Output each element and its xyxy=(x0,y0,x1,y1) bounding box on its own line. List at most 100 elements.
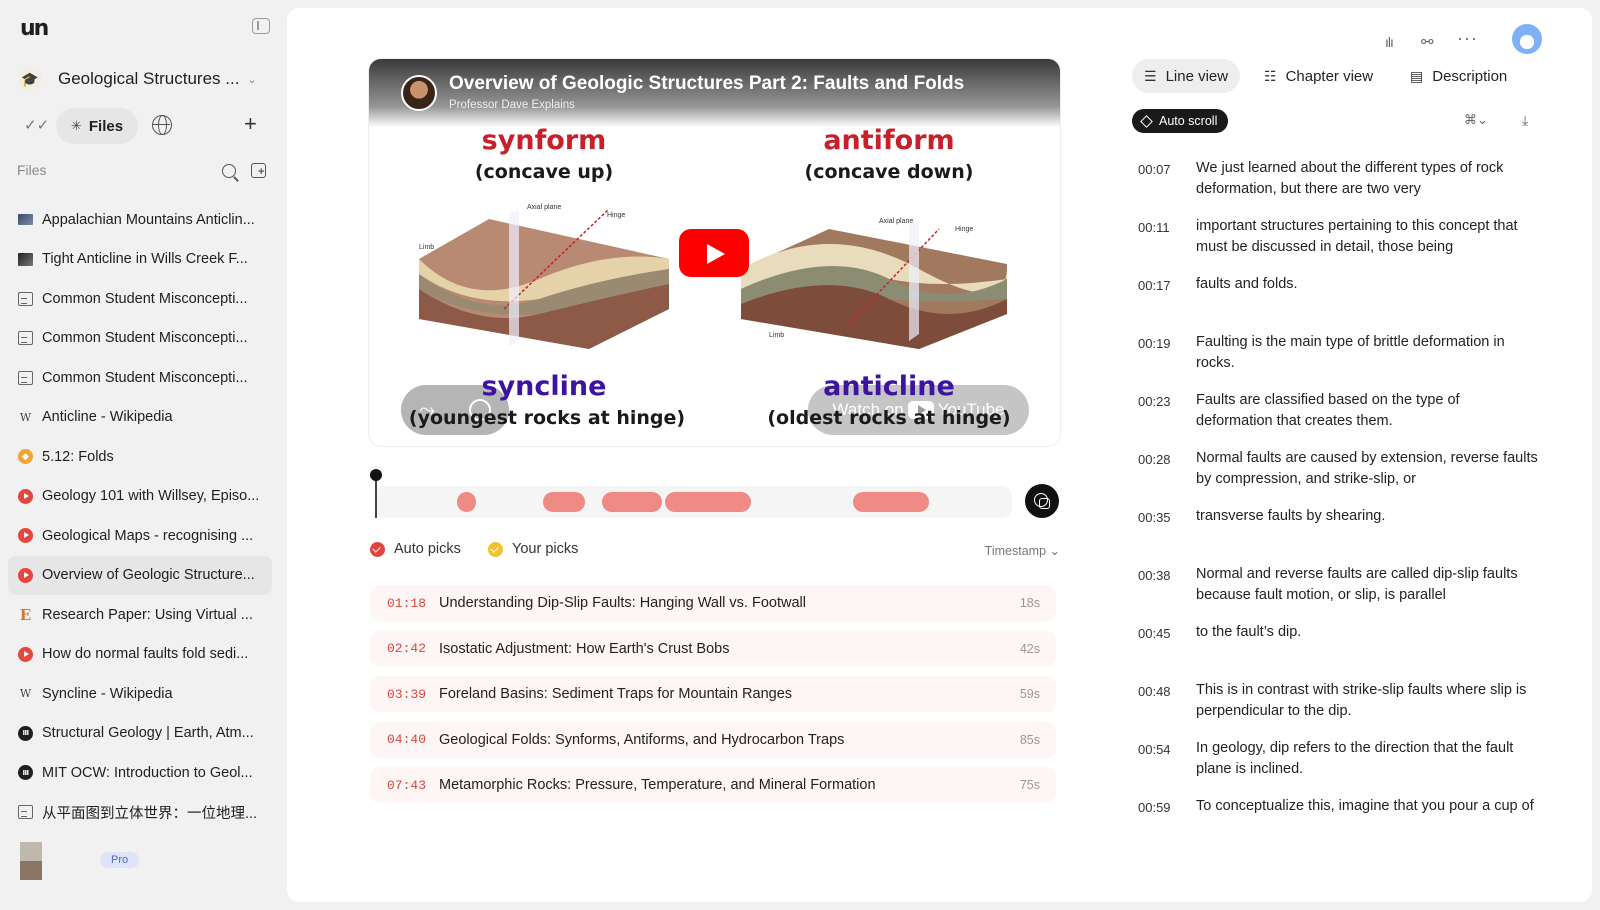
transcript-time[interactable]: 00:48 xyxy=(1138,676,1196,699)
sidebar-file-item[interactable]: Ⅲ Structural Geology | Earth, Atm... xyxy=(8,714,272,754)
transcript-line[interactable]: 00:17 faults and folds. xyxy=(1138,270,1538,328)
search-icon[interactable] xyxy=(222,164,236,178)
sort-dropdown[interactable]: Timestamp ⌄ xyxy=(985,543,1060,558)
transcript-time[interactable]: 00:19 xyxy=(1138,328,1196,351)
sidebar-file-item[interactable]: Common Student Misconcepti... xyxy=(8,319,272,359)
sidebar-file-item[interactable]: Appalachian Mountains Anticlin... xyxy=(8,200,272,240)
timeline-highlight-segment[interactable] xyxy=(852,492,930,512)
chapter-item[interactable]: 02:42 Isostatic Adjustment: How Earth's C… xyxy=(370,630,1056,667)
transcript-line[interactable]: 00:54 In geology, dip refers to the direc… xyxy=(1138,734,1538,792)
transcript-line[interactable]: 00:07 We just learned about the different… xyxy=(1138,154,1538,212)
sidebar-file-item[interactable]: Geological Maps - recognising ... xyxy=(8,516,272,556)
image-icon xyxy=(18,252,33,266)
transcript-line[interactable]: 00:11 important structures pertaining to … xyxy=(1138,212,1538,270)
sidebar-file-item[interactable]: E Research Paper: Using Virtual ... xyxy=(8,595,272,635)
double-check-icon[interactable]: ✓✓ xyxy=(24,116,49,134)
sidebar-file-item[interactable]: Geology 101 with Willsey, Episo... xyxy=(8,477,272,517)
timeline-highlight-segment[interactable] xyxy=(601,492,662,512)
download-icon[interactable]: ⤓ xyxy=(1522,112,1528,129)
video-player[interactable]: Axial plane Hinge Limb Axial plane Hinge… xyxy=(369,59,1060,446)
share-icon[interactable]: ⚯ xyxy=(1421,33,1434,51)
avatar[interactable] xyxy=(1512,24,1542,54)
sidebar-file-item[interactable]: Tight Anticline in Wills Creek F... xyxy=(8,240,272,280)
transcript-time[interactable]: 00:11 xyxy=(1138,212,1196,235)
file-item-label: Appalachian Mountains Anticlin... xyxy=(42,211,255,228)
timeline-highlight-segment[interactable] xyxy=(456,492,476,512)
tab-description[interactable]: ▤ Description xyxy=(1398,59,1519,93)
transcript-time[interactable]: 00:35 xyxy=(1138,502,1196,525)
sidebar-file-item[interactable]: Common Student Misconcepti... xyxy=(8,358,272,398)
transcript-time[interactable]: 00:28 xyxy=(1138,444,1196,467)
file-item-label: Research Paper: Using Virtual ... xyxy=(42,606,253,623)
transcript-line[interactable]: 00:19 Faulting is the main type of brittl… xyxy=(1138,328,1538,386)
auto-scroll-label: Auto scroll xyxy=(1159,114,1218,128)
transcript-time[interactable]: 00:38 xyxy=(1138,560,1196,583)
transcript-time[interactable]: 00:23 xyxy=(1138,386,1196,409)
video-channel[interactable]: Professor Dave Explains xyxy=(449,99,575,111)
your-picks-toggle[interactable]: Your picks xyxy=(488,541,578,557)
transcript-line[interactable]: 00:59 To conceptualize this, imagine that… xyxy=(1138,792,1538,820)
sidebar-file-item[interactable]: Common Student Misconcepti... xyxy=(8,279,272,319)
timeline-highlight-segment[interactable] xyxy=(664,492,751,512)
transcript-line[interactable]: 00:38 Normal and reverse faults are calle… xyxy=(1138,560,1538,618)
auto-picks-toggle[interactable]: Auto picks xyxy=(370,541,461,557)
transcript-line[interactable]: 00:28 Normal faults are caused by extensi… xyxy=(1138,444,1538,502)
app-logo[interactable]: un xyxy=(20,16,49,41)
chapter-item[interactable]: 01:18 Understanding Dip-Slip Faults: Hang… xyxy=(370,585,1056,621)
clip-icon[interactable] xyxy=(1025,484,1059,518)
sidebar-file-item[interactable]: W Syncline - Wikipedia xyxy=(8,674,272,714)
hinge-label: Hinge xyxy=(607,212,625,219)
transcript-line[interactable]: 00:48 This is in contrast with strike-sli… xyxy=(1138,676,1538,734)
tab-chapter-view[interactable]: ☷ Chapter view xyxy=(1252,59,1385,93)
your-picks-check-icon xyxy=(488,541,503,557)
chapter-time: 03:39 xyxy=(387,686,427,702)
sidebar-tabs: ✓✓ ✳ Files + xyxy=(20,108,274,144)
transcript-time[interactable]: 00:45 xyxy=(1138,618,1196,641)
avatar[interactable] xyxy=(20,842,42,880)
tab-line-view-label: Line view xyxy=(1165,67,1229,85)
transcript-time[interactable]: 00:07 xyxy=(1138,154,1196,177)
your-picks-label: Your picks xyxy=(512,541,579,557)
file-item-label: Common Student Misconcepti... xyxy=(42,290,248,307)
playhead-handle[interactable] xyxy=(370,469,382,481)
sidebar-file-item[interactable]: How do normal faults fold sedi... xyxy=(8,635,272,675)
tab-line-view[interactable]: ☰ Line view xyxy=(1132,59,1241,93)
transcript-time[interactable]: 00:54 xyxy=(1138,734,1196,757)
transcript-line[interactable]: 00:45 to the fault’s dip. xyxy=(1138,618,1538,676)
tab-chapter-view-label: Chapter view xyxy=(1285,67,1374,85)
chapter-time: 02:42 xyxy=(387,641,427,657)
transcript-text: To conceptualize this, imagine that you … xyxy=(1196,798,1534,820)
space-selector[interactable]: 🎓 Geological Structures ... ⌄ xyxy=(18,64,268,94)
play-icon[interactable] xyxy=(679,229,749,277)
tab-files[interactable]: ✳ Files xyxy=(56,108,138,144)
transcript-text: Faults are classified based on the type … xyxy=(1196,392,1460,429)
sidebar-file-item[interactable]: ◆ 5.12: Folds xyxy=(8,437,272,477)
sidebar-file-item[interactable]: Overview of Geologic Structure... xyxy=(8,555,272,595)
wikipedia-icon: W xyxy=(19,687,32,701)
translate-icon[interactable]: ⌘⌄ xyxy=(1464,112,1488,128)
add-icon[interactable]: + xyxy=(244,112,257,136)
more-icon[interactable]: ··· xyxy=(1457,28,1478,49)
auto-scroll-button[interactable]: Auto scroll xyxy=(1132,109,1229,133)
channel-avatar[interactable] xyxy=(401,75,437,111)
transcript-time[interactable]: 00:59 xyxy=(1138,792,1196,815)
chapter-item[interactable]: 07:43 Metamorphic Rocks: Pressure, Temper… xyxy=(370,767,1056,804)
equalizer-icon[interactable]: ılı xyxy=(1385,34,1394,50)
chapter-item[interactable]: 03:39 Foreland Basins: Sediment Traps for… xyxy=(370,676,1056,713)
playhead[interactable] xyxy=(370,469,382,518)
sidebar-file-item[interactable]: W Anticline - Wikipedia xyxy=(8,398,272,438)
sidebar-file-item[interactable]: 从平面图到立体世界：一位地理... xyxy=(8,793,272,833)
video-title[interactable]: Overview of Geologic Structures Part 2: … xyxy=(449,73,964,95)
transcript-line[interactable]: 00:23 Faults are classified based on the … xyxy=(1138,386,1538,444)
transcript-line[interactable]: 00:35 transverse faults by shearing. xyxy=(1138,502,1538,560)
sidebar-file-item[interactable]: Ⅲ MIT OCW: Introduction to Geol... xyxy=(8,753,272,793)
chapter-item[interactable]: 04:40 Geological Folds: Synforms, Antifor… xyxy=(370,721,1056,758)
sidebar-collapse-icon[interactable] xyxy=(252,18,270,34)
globe-icon[interactable] xyxy=(152,115,172,135)
new-file-icon[interactable] xyxy=(251,163,266,178)
transcript-time[interactable]: 00:17 xyxy=(1138,270,1196,293)
timeline-highlight-segment[interactable] xyxy=(542,492,586,512)
list-icon: ☷ xyxy=(1264,67,1277,84)
youtube-icon xyxy=(18,488,33,504)
video-timeline[interactable] xyxy=(370,469,1059,520)
